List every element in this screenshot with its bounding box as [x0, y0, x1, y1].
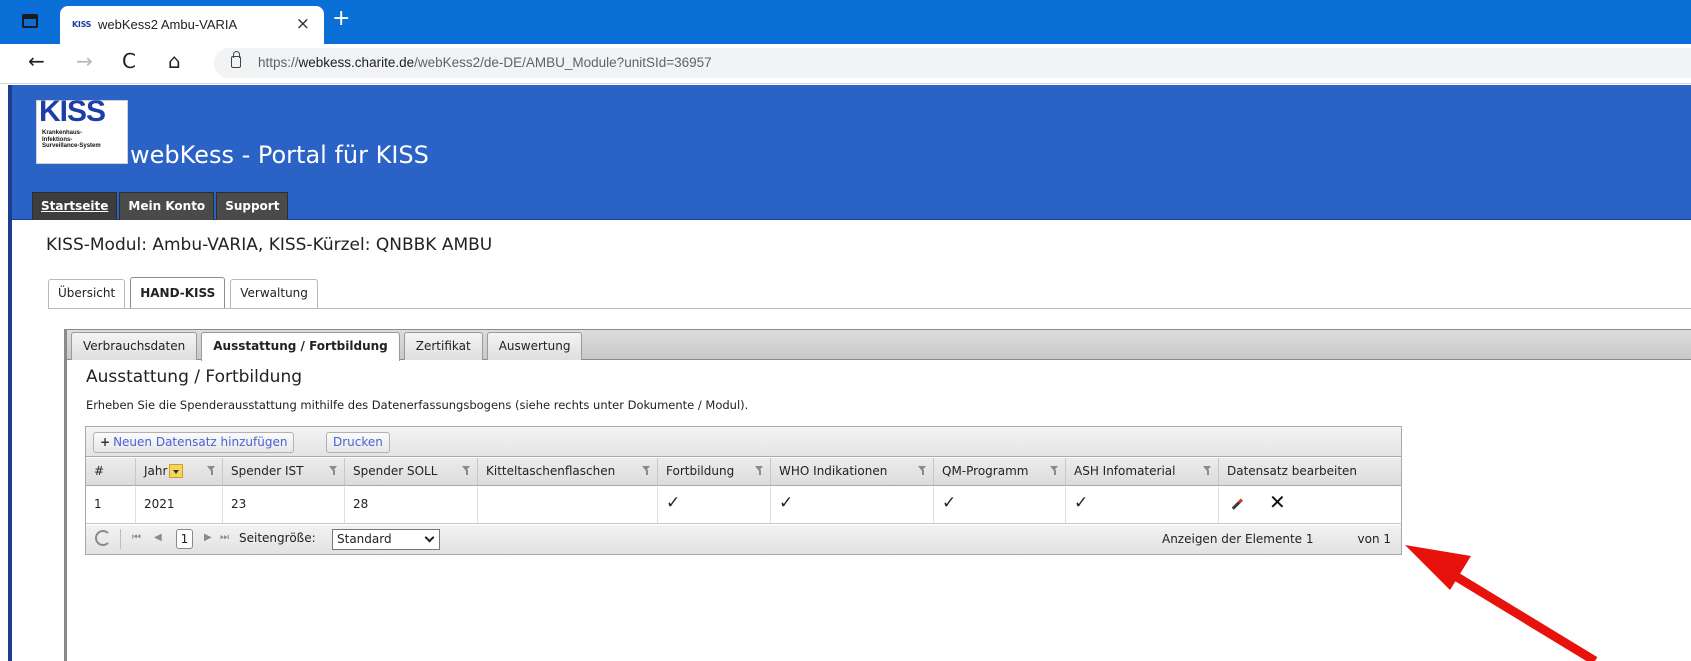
- data-grid: + Neuen Datensatz hinzufügen Drucken # Ja…: [85, 426, 1402, 555]
- table-row: 1 2021 23 28 ✓ ✓ ✓ ✓ ✕: [86, 487, 1401, 524]
- main-nav: Startseite Mein Konto Support: [32, 192, 289, 220]
- add-record-label: Neuen Datensatz hinzufügen: [113, 435, 288, 449]
- chevron-down-icon: [424, 532, 435, 543]
- refresh-icon[interactable]: [95, 530, 111, 546]
- col-header-fortbildung[interactable]: Fortbildung: [658, 458, 771, 485]
- outer-tabs: Übersicht HAND-KISS Verwaltung: [48, 277, 318, 308]
- close-tab-icon[interactable]: ×: [296, 14, 310, 34]
- page-size-select[interactable]: Standard: [332, 529, 440, 550]
- reload-icon[interactable]: C: [122, 49, 136, 73]
- cell-qm-programm: ✓: [934, 487, 1066, 523]
- tab-verwaltung[interactable]: Verwaltung: [230, 279, 318, 308]
- page: KISS Krankenhaus-Infektions-Surveillance…: [0, 85, 1691, 661]
- filter-icon[interactable]: [755, 466, 764, 476]
- filter-icon[interactable]: [462, 466, 471, 476]
- col-header-kitteltaschenflaschen[interactable]: Kitteltaschenflaschen: [478, 458, 658, 485]
- current-page-button[interactable]: 1: [176, 529, 193, 549]
- checkmark-icon: ✓: [666, 493, 681, 513]
- prev-page-icon[interactable]: ◀: [154, 532, 162, 543]
- lock-icon[interactable]: [231, 51, 241, 68]
- browser-tab[interactable]: KISS webKess2 Ambu-VARIA ×: [60, 6, 324, 44]
- outer-tab-divider: [48, 308, 1691, 309]
- filter-icon[interactable]: [329, 466, 338, 476]
- inner-tabbar: Verbrauchsdaten Ausstattung / Fortbildun…: [67, 330, 1691, 361]
- checkmark-icon: ✓: [1074, 493, 1089, 513]
- tab-auswertung[interactable]: Auswertung: [486, 332, 583, 360]
- cell-datensatz-bearbeiten: ✕: [1219, 487, 1401, 523]
- page-size-label: Seitengröße:: [239, 531, 316, 545]
- home-icon[interactable]: ⌂: [168, 49, 181, 73]
- cell-spender-soll: 28: [345, 487, 478, 523]
- nav-startseite[interactable]: Startseite: [32, 192, 118, 220]
- forward-icon[interactable]: →: [76, 49, 93, 73]
- next-page-icon[interactable]: ▶: [204, 532, 212, 543]
- filter-icon[interactable]: [1050, 466, 1059, 476]
- filter-icon[interactable]: [642, 466, 651, 476]
- inner-panel: Verbrauchsdaten Ausstattung / Fortbildun…: [64, 329, 1691, 661]
- pager-info: Anzeigen der Elemente 1 von 1: [1161, 532, 1391, 546]
- cell-number: 1: [86, 487, 136, 523]
- inner-tabs: Verbrauchsdaten Ausstattung / Fortbildun…: [71, 332, 583, 361]
- tab-uebersicht[interactable]: Übersicht: [48, 279, 126, 308]
- browser-tab-title: webKess2 Ambu-VARIA: [98, 17, 238, 32]
- tab-ausstattung-fortbildung[interactable]: Ausstattung / Fortbildung: [201, 332, 400, 361]
- edit-pencil-icon[interactable]: [1231, 499, 1243, 510]
- address-bar[interactable]: https://webkess.charite.de/webKess2/de-D…: [214, 48, 1691, 78]
- browser-toolbar: ← → C ⌂ https://webkess.charite.de/webKe…: [0, 44, 1691, 84]
- favicon-icon: KISS: [72, 20, 92, 29]
- sort-dropdown-icon[interactable]: [169, 463, 184, 478]
- grid-toolbar: + Neuen Datensatz hinzufügen Drucken: [86, 427, 1401, 457]
- plus-icon: +: [100, 435, 111, 449]
- browser-tabstrip: KISS webKess2 Ambu-VARIA × +: [0, 0, 1691, 44]
- section-title: Ausstattung / Fortbildung: [86, 367, 303, 387]
- cell-ash-infomaterial: ✓: [1066, 487, 1219, 523]
- cell-jahr: 2021: [136, 487, 223, 523]
- logo-subtitle: Krankenhaus-Infektions-Surveillance-Syst…: [42, 130, 101, 149]
- last-page-icon[interactable]: ⏭: [220, 532, 229, 543]
- filter-icon[interactable]: [918, 466, 927, 476]
- cell-kitteltaschenflaschen: [478, 487, 658, 523]
- cell-fortbildung: ✓: [658, 487, 771, 523]
- cell-spender-ist: 23: [223, 487, 345, 523]
- col-header-ash-infomaterial[interactable]: ASH Infomaterial: [1066, 458, 1219, 485]
- portal-title: webKess - Portal für KISS: [130, 141, 429, 169]
- print-button[interactable]: Drucken: [326, 432, 390, 453]
- tab-zertifikat[interactable]: Zertifikat: [403, 332, 483, 360]
- new-tab-icon[interactable]: +: [332, 6, 350, 31]
- nav-mein-konto[interactable]: Mein Konto: [119, 192, 215, 220]
- tab-hand-kiss[interactable]: HAND-KISS: [130, 277, 226, 308]
- filter-icon[interactable]: [1203, 466, 1212, 476]
- module-title: KISS-Modul: Ambu-VARIA, KISS-Kürzel: QNB…: [46, 235, 493, 255]
- cell-who-indikationen: ✓: [771, 487, 934, 523]
- logo-mark: KISS: [39, 95, 106, 128]
- col-header-jahr[interactable]: Jahr: [136, 458, 223, 485]
- window-menu-icon[interactable]: [22, 14, 38, 28]
- col-header-spender-ist[interactable]: Spender IST: [223, 458, 345, 485]
- grid-pager: ⏮ ◀ 1 ▶ ⏭ Seitengröße: Standard Anzeigen…: [86, 525, 1401, 554]
- filter-icon[interactable]: [207, 466, 216, 476]
- col-header-spender-soll[interactable]: Spender SOLL: [345, 458, 478, 485]
- add-record-button[interactable]: + Neuen Datensatz hinzufügen: [93, 432, 295, 453]
- col-header-number: #: [86, 458, 136, 485]
- back-icon[interactable]: ←: [28, 49, 45, 73]
- url-text: https://webkess.charite.de/webKess2/de-D…: [258, 55, 712, 70]
- kiss-logo: KISS Krankenhaus-Infektions-Surveillance…: [36, 95, 128, 164]
- col-header-qm-programm[interactable]: QM-Programm: [934, 458, 1066, 485]
- page-size-value: Standard: [337, 532, 392, 546]
- nav-support[interactable]: Support: [216, 192, 289, 220]
- section-description: Erheben Sie die Spenderausstattung mithi…: [86, 398, 749, 412]
- col-header-who-indikationen[interactable]: WHO Indikationen: [771, 458, 934, 485]
- first-page-icon[interactable]: ⏮: [132, 532, 141, 543]
- delete-icon[interactable]: ✕: [1269, 490, 1286, 514]
- checkmark-icon: ✓: [779, 493, 794, 513]
- pager-divider: [120, 529, 121, 549]
- grid-header: # Jahr Spender IST Spender SOLL Kittelta…: [86, 458, 1401, 486]
- checkmark-icon: ✓: [942, 493, 957, 513]
- col-header-datensatz-bearbeiten: Datensatz bearbeiten: [1227, 464, 1358, 478]
- tab-verbrauchsdaten[interactable]: Verbrauchsdaten: [71, 332, 198, 360]
